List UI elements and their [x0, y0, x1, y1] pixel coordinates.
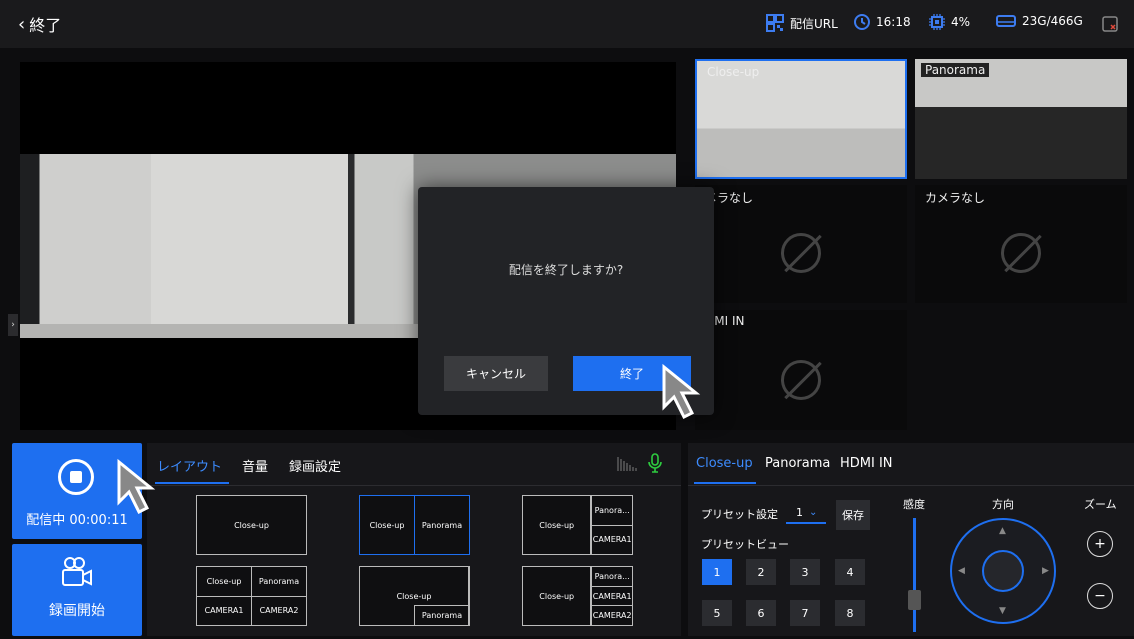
divider: [147, 485, 681, 486]
layout-cell: Close-up: [197, 567, 252, 596]
save-label: 保存: [842, 509, 864, 522]
layout-cell: CAMERA1: [197, 596, 252, 625]
tile-camera1[interactable]: メラなし: [695, 185, 907, 303]
panorama-video: [915, 59, 1127, 179]
cursor-arrow-icon: [117, 458, 156, 515]
sensitivity-slider-thumb[interactable]: [908, 590, 921, 610]
tile-hdmi[interactable]: DMI IN: [695, 310, 907, 430]
preset-setting-label: プリセット設定: [701, 508, 778, 521]
tile-label: Close-up: [707, 65, 760, 79]
stream-url-button[interactable]: 配信URL: [766, 14, 838, 32]
tile-panorama[interactable]: Panorama: [915, 59, 1127, 179]
layout-cell: Panorama: [421, 520, 463, 530]
layout-main-side3[interactable]: Close-up Panora... CAMERA1 CAMERA2: [522, 566, 633, 626]
preset-view-label: プリセットビュー: [701, 538, 789, 551]
layout-cell: Panora...: [592, 496, 632, 526]
tile-label: カメラなし: [925, 191, 986, 205]
layout-cell: Close-up: [234, 520, 269, 530]
tab-underline: [155, 482, 229, 484]
back-button[interactable]: ‹ 終了: [18, 12, 61, 36]
clock-icon: [854, 14, 870, 30]
preset-1[interactable]: 1: [702, 559, 732, 585]
storage-indicator: 23G/466G: [996, 14, 1083, 28]
layout-cell: Close-up: [360, 496, 415, 554]
drive-icon: [996, 15, 1016, 27]
layout-cell: CAMERA1: [592, 587, 632, 607]
cpu-indicator: 4%: [929, 14, 970, 30]
joystick-center[interactable]: [982, 550, 1024, 592]
layout-pip[interactable]: Close-up Panorama: [359, 566, 470, 626]
zoom-label: ズーム: [1084, 498, 1117, 511]
preset-8[interactable]: 8: [835, 600, 865, 626]
cpu-text: 4%: [951, 15, 971, 29]
left-arrow-icon[interactable]: ◀: [958, 566, 965, 576]
storage-text: 23G/466G: [1022, 14, 1083, 28]
chevron-left-icon: ‹: [18, 13, 26, 35]
preset-select[interactable]: 1 ⌄: [786, 502, 826, 524]
layout-cell: CAMERA2: [592, 611, 632, 621]
dialog-message: 配信を終了しますか?: [508, 263, 624, 277]
tile-closeup[interactable]: Close-up: [695, 59, 907, 179]
qr-code-icon: [766, 14, 784, 32]
sensitivity-label: 感度: [903, 498, 925, 511]
layout-main-side2[interactable]: Close-up Panora... CAMERA1: [522, 495, 633, 555]
save-button[interactable]: 保存: [836, 500, 870, 530]
layout-cell: Close-up: [523, 567, 592, 625]
tab-underline: [694, 482, 756, 484]
tile-camera2[interactable]: カメラなし: [915, 185, 1127, 303]
tab-layout[interactable]: レイアウト: [157, 456, 222, 475]
layout-cell: Close-up: [523, 496, 592, 554]
tab-volume[interactable]: 音量: [242, 456, 268, 475]
cancel-button[interactable]: キャンセル: [444, 356, 548, 391]
layout-cell: Panorama: [258, 576, 300, 586]
preset-3[interactable]: 3: [790, 559, 820, 585]
layout-side-by-side[interactable]: Close-up Panorama: [359, 495, 470, 555]
stop-icon: [58, 459, 94, 495]
video-camera-icon: [62, 557, 92, 586]
chevron-down-icon: ⌄: [809, 506, 818, 518]
cursor-arrow-icon: [662, 363, 701, 420]
divider: [688, 485, 1134, 486]
chevron-right-icon: ›: [11, 320, 15, 330]
preset-2[interactable]: 2: [746, 559, 776, 585]
no-camera-icon: [781, 233, 821, 274]
direction-joystick[interactable]: ▲ ▼ ◀ ▶: [950, 518, 1056, 624]
back-label: 終了: [29, 16, 62, 35]
layout-grid-4[interactable]: Close-up Panorama CAMERA1 CAMERA2: [196, 566, 307, 626]
microphone-icon[interactable]: [648, 453, 662, 477]
time-text: 16:18: [876, 15, 911, 29]
layout-cell: CAMERA2: [259, 606, 299, 616]
record-label: 録画開始: [49, 603, 105, 619]
sd-card-error-icon[interactable]: [1101, 15, 1119, 37]
clock-indicator: 16:18: [854, 14, 911, 30]
preset-value: 1: [796, 505, 803, 519]
layout-cell: Panora...: [592, 567, 632, 587]
preset-6[interactable]: 6: [746, 600, 776, 626]
expand-tab[interactable]: ›: [8, 314, 18, 336]
audio-level-icon: [617, 454, 643, 472]
layout-single[interactable]: Close-up: [196, 495, 307, 555]
tab-record-settings[interactable]: 録画設定: [289, 456, 341, 475]
preset-5[interactable]: 5: [702, 600, 732, 626]
right-arrow-icon[interactable]: ▶: [1042, 566, 1049, 576]
record-start-button[interactable]: 録画開始: [12, 544, 142, 636]
preset-4[interactable]: 4: [835, 559, 865, 585]
tab-hdmi[interactable]: HDMI IN: [840, 456, 893, 471]
down-arrow-icon[interactable]: ▼: [999, 606, 1006, 616]
direction-label: 方向: [992, 498, 1014, 511]
layout-cell: CAMERA1: [592, 535, 632, 545]
sensitivity-slider-track[interactable]: [913, 518, 916, 632]
zoom-in-icon[interactable]: +: [1087, 531, 1113, 557]
no-camera-icon: [1001, 233, 1041, 274]
zoom-out-icon[interactable]: −: [1087, 583, 1113, 609]
cpu-icon: [929, 14, 945, 30]
layout-pip-cell: Panorama: [414, 605, 469, 625]
stream-url-label: 配信URL: [790, 16, 838, 31]
preset-7[interactable]: 7: [790, 600, 820, 626]
tab-panorama[interactable]: Panorama: [765, 456, 830, 471]
tab-closeup[interactable]: Close-up: [696, 456, 753, 471]
tile-label: Panorama: [921, 63, 990, 77]
up-arrow-icon[interactable]: ▲: [999, 526, 1006, 536]
no-camera-icon: [781, 359, 821, 400]
